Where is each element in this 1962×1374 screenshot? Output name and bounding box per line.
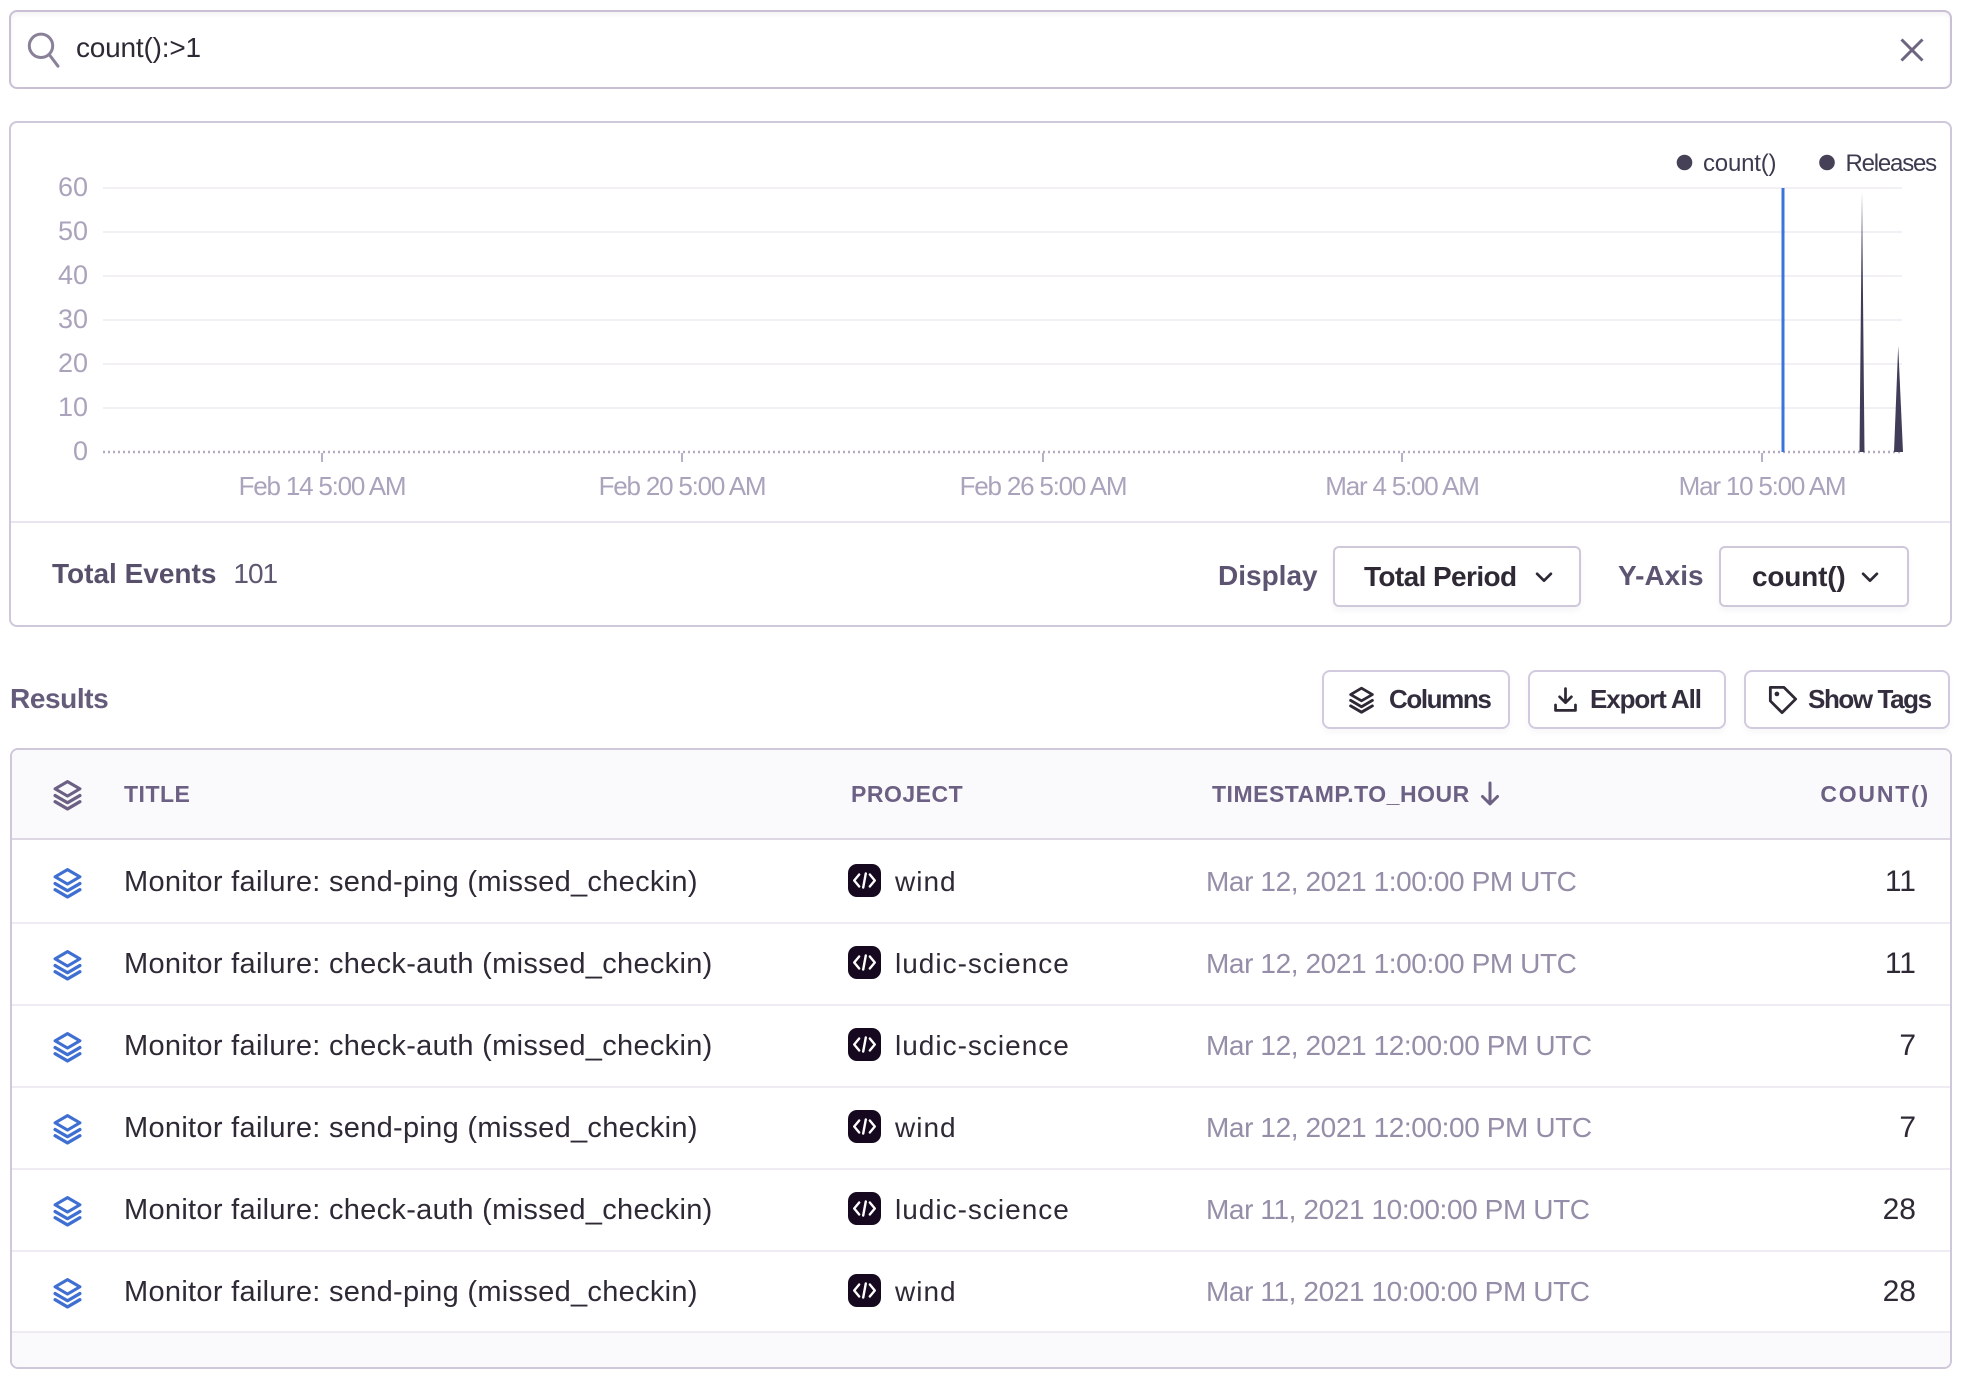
svg-text:Mar 4 5:00 AM: Mar 4 5:00 AM — [1325, 471, 1478, 501]
svg-text:10: 10 — [58, 392, 88, 422]
svg-text:30: 30 — [58, 304, 88, 334]
svg-text:Feb 26 5:00 AM: Feb 26 5:00 AM — [960, 471, 1127, 501]
svg-text:50: 50 — [58, 216, 88, 246]
svg-text:Releases: Releases — [1846, 150, 1938, 177]
svg-text:40: 40 — [58, 260, 88, 290]
svg-text:count(): count() — [1703, 150, 1776, 177]
svg-text:60: 60 — [58, 172, 88, 202]
svg-text:Feb 20 5:00 AM: Feb 20 5:00 AM — [599, 471, 766, 501]
svg-text:20: 20 — [58, 348, 88, 378]
svg-text:Feb 14 5:00 AM: Feb 14 5:00 AM — [239, 471, 406, 501]
svg-text:0: 0 — [73, 436, 88, 466]
svg-text:Mar 10 5:00 AM: Mar 10 5:00 AM — [1679, 471, 1846, 501]
